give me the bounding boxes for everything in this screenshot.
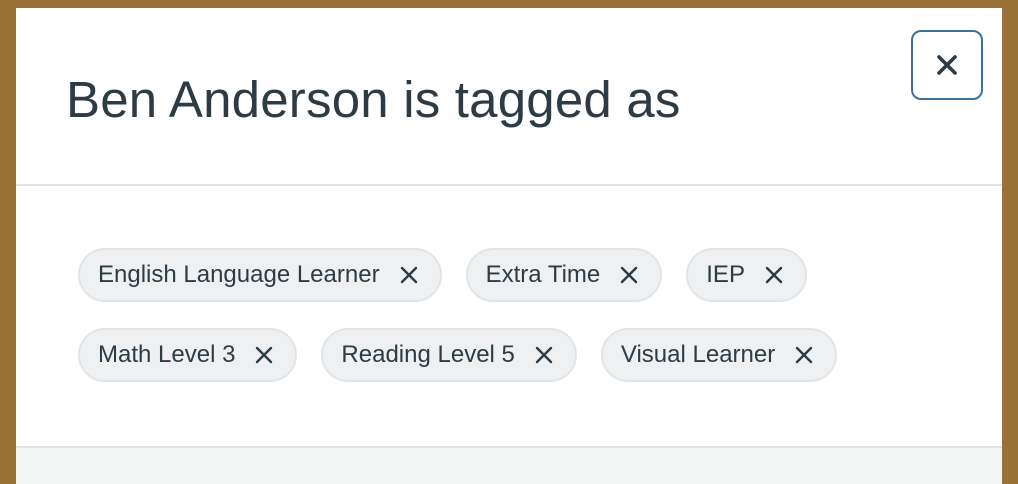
close-icon[interactable]: [253, 344, 275, 366]
tag-english-language-learner[interactable]: English Language Learner: [78, 248, 442, 302]
tags-modal: Ben Anderson is tagged as English Langua…: [16, 8, 1002, 484]
close-button[interactable]: [911, 30, 983, 100]
tag-label: Reading Level 5: [341, 341, 515, 368]
close-icon[interactable]: [533, 344, 555, 366]
tag-visual-learner[interactable]: Visual Learner: [600, 328, 838, 382]
close-icon: [936, 54, 958, 76]
tag-row: English Language Learner Extra Time IEP: [78, 248, 807, 302]
tag-extra-time[interactable]: Extra Time: [465, 248, 663, 302]
tag-label: Visual Learner: [620, 341, 776, 368]
modal-footer: [16, 446, 1002, 484]
close-icon[interactable]: [618, 264, 640, 286]
tag-row: Math Level 3 Reading Level 5 Visual Lear…: [78, 328, 838, 382]
modal-header: Ben Anderson is tagged as: [16, 8, 1002, 186]
tag-reading-level-5[interactable]: Reading Level 5: [321, 328, 577, 382]
tag-math-level-3[interactable]: Math Level 3: [78, 328, 298, 382]
tag-label: IEP: [706, 261, 745, 288]
tag-label: English Language Learner: [98, 261, 380, 288]
close-icon[interactable]: [763, 264, 785, 286]
close-icon[interactable]: [398, 264, 420, 286]
modal-body: English Language Learner Extra Time IEP …: [16, 186, 1002, 446]
tag-label: Math Level 3: [98, 341, 236, 368]
modal-title: Ben Anderson is tagged as: [66, 71, 681, 128]
background-frame: [0, 0, 16, 484]
tag-label: Extra Time: [485, 261, 601, 288]
tag-iep[interactable]: IEP: [686, 248, 807, 302]
close-icon[interactable]: [793, 344, 815, 366]
